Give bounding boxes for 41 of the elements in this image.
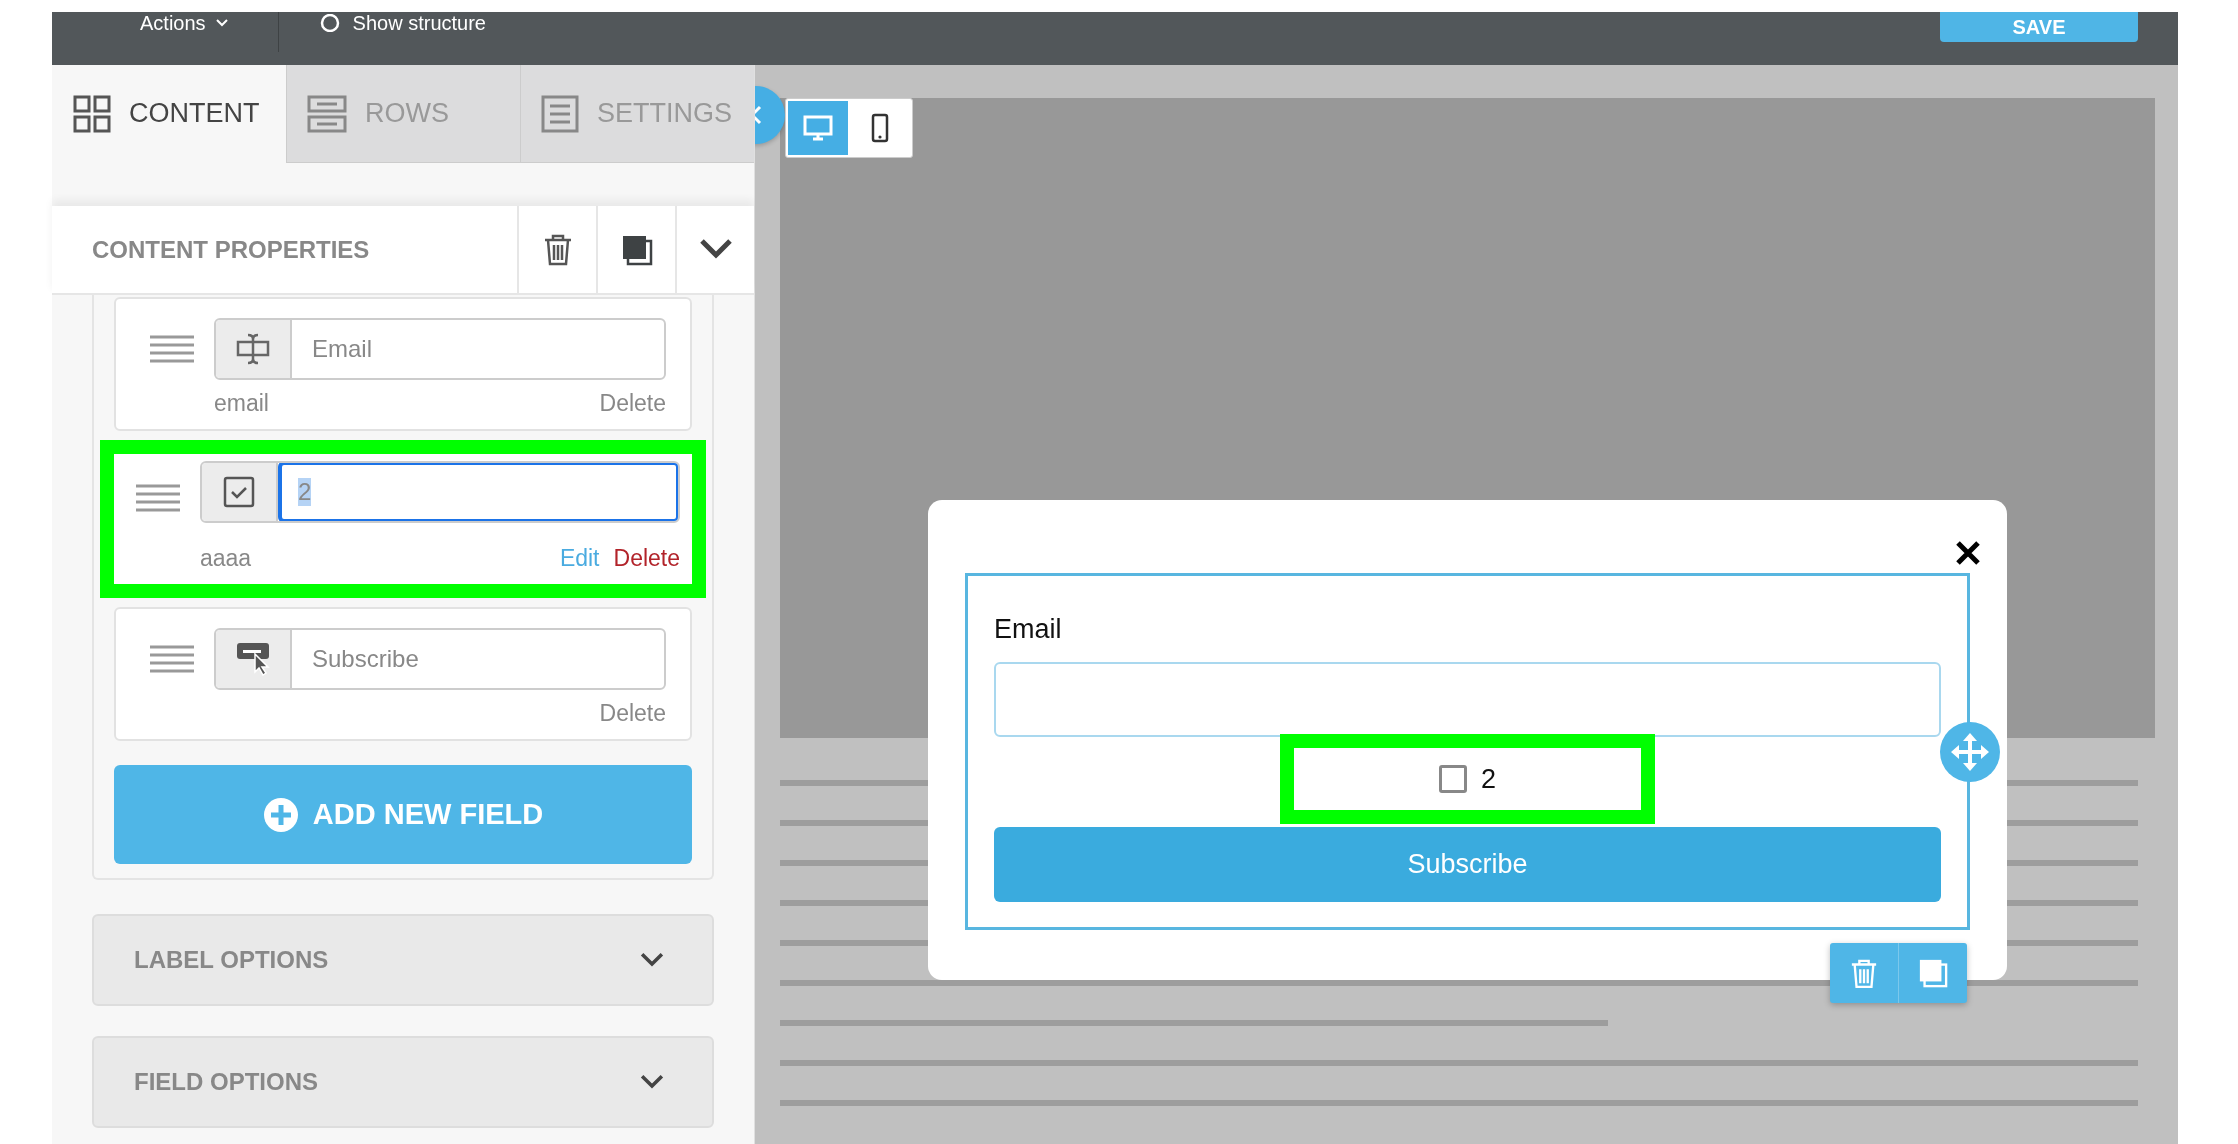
edit-link[interactable]: Edit xyxy=(559,543,600,584)
chevron-down-icon[interactable] xyxy=(698,238,733,261)
delete-link[interactable]: Delete xyxy=(613,543,680,584)
phone-icon xyxy=(871,113,889,143)
delete-link[interactable]: Delete xyxy=(599,388,666,417)
field-label: Email xyxy=(994,614,1063,646)
checkbox-icon xyxy=(223,476,255,508)
move-icon xyxy=(1950,732,1990,772)
grid-icon xyxy=(73,94,111,133)
checkbox[interactable] xyxy=(1439,765,1467,793)
move-handle[interactable] xyxy=(1940,722,2000,782)
accordion-header[interactable]: LABEL OPTIONS xyxy=(92,914,714,1006)
actions-menu[interactable]: Actions xyxy=(140,12,206,34)
chevron-down-icon[interactable] xyxy=(640,952,664,968)
drag-handle-icon[interactable] xyxy=(136,483,180,514)
accordion-header[interactable]: FIELD OPTIONS xyxy=(92,1036,714,1128)
input-field[interactable]: 2 xyxy=(278,463,678,521)
subscribe-button[interactable]: Subscribe xyxy=(994,827,1941,902)
panel-title: CONTENT PROPERTIES xyxy=(91,234,371,265)
field-name: email xyxy=(214,389,269,416)
drag-handle-icon[interactable] xyxy=(150,334,194,365)
add-field-button[interactable]: ADD NEW FIELD xyxy=(114,765,692,864)
caret-icon xyxy=(215,19,228,27)
delete-link[interactable]: Delete xyxy=(599,698,666,727)
device-toggle[interactable] xyxy=(788,101,848,155)
tab[interactable]: ROWS xyxy=(286,65,520,163)
desktop-icon xyxy=(803,115,833,141)
show-structure-toggle[interactable]: Show structure xyxy=(352,12,486,34)
rows-icon xyxy=(307,94,347,133)
field-name: aaaa xyxy=(200,544,252,571)
tab[interactable]: SETTINGS xyxy=(520,65,754,163)
save-button[interactable]: SAVE xyxy=(1940,12,2138,42)
checkbox-label: 2 xyxy=(1481,763,1496,795)
close-icon[interactable] xyxy=(1955,540,1981,566)
document-icon xyxy=(541,94,579,133)
duplicate-icon[interactable] xyxy=(620,233,653,266)
chevron-down-icon[interactable] xyxy=(640,1074,664,1090)
delete-icon[interactable] xyxy=(542,233,573,266)
email-input[interactable] xyxy=(994,662,1941,737)
drag-handle-icon[interactable] xyxy=(150,644,194,675)
plus-icon xyxy=(262,796,299,833)
